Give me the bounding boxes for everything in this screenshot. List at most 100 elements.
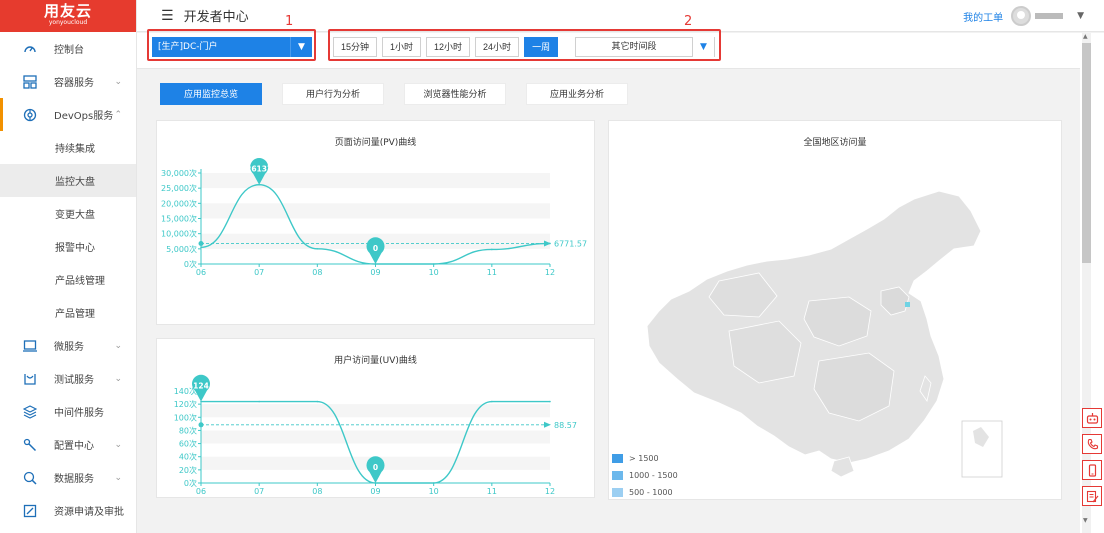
sidebar-item-microservice[interactable]: 微服务 ⌄ [0, 329, 136, 362]
legend-row[interactable]: > 1500 [612, 450, 678, 467]
sidebar-item-label: 产品线管理 [55, 276, 105, 287]
legend-swatch [612, 454, 623, 463]
sidebar-item-console[interactable]: 控制台 [0, 32, 136, 65]
data-point [432, 482, 435, 484]
phone-support-icon[interactable] [1082, 434, 1102, 454]
sidebar-item-label: 测试服务 [54, 375, 94, 386]
feedback-edit-icon[interactable] [1082, 486, 1102, 506]
y-tick-label: 25,000次 [161, 183, 197, 193]
annotation-number-2: 2 [684, 14, 693, 29]
annotation-number-1: 1 [285, 14, 294, 29]
avg-line-label: 88.57 [554, 421, 577, 430]
legend-row[interactable]: 500 - 1000 [612, 484, 678, 501]
sidebar-item-product-line[interactable]: 产品线管理 [0, 263, 136, 296]
sidebar-item-config[interactable]: 配置中心 ⌄ [0, 428, 136, 461]
legend-label: 500 - 1000 [629, 488, 673, 497]
china-map[interactable] [609, 121, 1063, 501]
sidebar-item-label: 控制台 [54, 45, 84, 56]
sidebar-item-monitor-dashboard[interactable]: 监控大盘 [0, 164, 136, 197]
scroll-up-arrow-icon[interactable]: ▲ [1083, 33, 1088, 40]
y-tick-label: 100次 [174, 412, 197, 422]
y-tick-label: 30,000次 [161, 168, 197, 178]
microservice-icon [22, 338, 38, 354]
data-point [316, 400, 319, 403]
uv-line-chart[interactable]: 0次20次40次60次80次100次120次140次06 07 08 09 10 11 12… [157, 339, 596, 499]
sidebar-item-test[interactable]: 测试服务 ⌄ [0, 362, 136, 395]
robot-assistant-icon[interactable] [1082, 408, 1102, 428]
test-icon [22, 371, 38, 387]
max-marker-pin-label: 124 [193, 382, 209, 391]
chevron-down-icon: ⌄ [114, 373, 122, 384]
min-marker-pin-label: 0 [373, 244, 378, 253]
beijing-region-highlight [905, 302, 910, 307]
sidebar-item-label: 微服务 [54, 342, 84, 353]
x-tick-label: 09 [370, 487, 380, 496]
grid-band [201, 203, 550, 219]
sidebar-item-label: 容器服务 [54, 78, 94, 89]
brand-subtitle: yonyoucloud [48, 19, 88, 26]
chevron-down-icon[interactable]: ▼ [1077, 11, 1084, 21]
sidebar-item-label: 监控大盘 [55, 177, 95, 188]
brand-logo[interactable]: 用友云 yonyoucloud [0, 0, 136, 32]
annotation-box-1 [147, 29, 316, 61]
min-marker-pin-label: 0 [373, 463, 378, 472]
scroll-down-arrow-icon[interactable]: ▼ [1083, 517, 1088, 524]
x-tick-label: 08 [312, 268, 322, 277]
sidebar-item-change-dashboard[interactable]: 变更大盘 [0, 197, 136, 230]
legend-row[interactable]: 1000 - 1500 [612, 467, 678, 484]
mobile-app-icon[interactable] [1082, 460, 1102, 480]
x-tick-label: 09 [370, 268, 380, 277]
chevron-down-icon: ⌄ [114, 76, 122, 87]
legend-label: 1000 - 1500 [629, 471, 678, 480]
x-tick-label: 11 [487, 268, 497, 277]
data-point [432, 263, 435, 265]
top-header: ☰ 开发者中心 我的工单 ▼ [137, 0, 1104, 32]
x-tick-label: 11 [487, 487, 497, 496]
y-tick-label: 5,000次 [166, 244, 197, 254]
max-marker-pin-label: 26137 [246, 165, 272, 174]
sidebar-item-middleware[interactable]: 中间件服务 [0, 395, 136, 428]
tab-app-monitor-overview[interactable]: 应用监控总览 [160, 83, 262, 105]
avatar[interactable] [1011, 6, 1032, 26]
sidebar-item-resource[interactable]: 资源申请及审批 [0, 494, 136, 527]
menu-toggle-icon[interactable]: ☰ [161, 8, 174, 24]
sidebar-item-ci[interactable]: 持续集成 [0, 131, 136, 164]
dashboard-icon [22, 41, 38, 57]
my-work-order-link[interactable]: 我的工单 [963, 9, 1003, 24]
nav-menu: 控制台 容器服务 ⌄ DevOps服务 ⌃ 持续集成 监控大盘 变更大盘 报警中… [0, 32, 136, 527]
sidebar-item-alarm-center[interactable]: 报警中心 [0, 230, 136, 263]
sidebar-item-label: 数据服务 [54, 474, 94, 485]
sidebar-item-label: 中间件服务 [54, 408, 104, 419]
sidebar-item-label: 报警中心 [55, 243, 95, 254]
vertical-scrollbar[interactable]: ▲ ▼ [1080, 33, 1104, 533]
sidebar-item-container[interactable]: 容器服务 ⌄ [0, 65, 136, 98]
legend-swatch [612, 471, 623, 480]
data-point [200, 246, 202, 249]
pv-line-chart[interactable]: 0次5,000次10,000次15,000次20,000次25,000次30,0… [157, 121, 596, 326]
sidebar-item-label: 变更大盘 [55, 210, 95, 221]
x-tick-label: 08 [312, 487, 322, 496]
x-tick-label: 10 [429, 487, 439, 496]
y-tick-label: 40次 [179, 452, 197, 462]
sidebar-item-product-mgmt[interactable]: 产品管理 [0, 296, 136, 329]
tab-app-business[interactable]: 应用业务分析 [526, 83, 628, 105]
analysis-tabs: 应用监控总览 用户行为分析 浏览器性能分析 应用业务分析 [160, 83, 648, 105]
user-area: 我的工单 ▼ [963, 6, 1084, 26]
x-tick-label: 06 [196, 268, 206, 277]
user-name-placeholder[interactable] [1035, 13, 1064, 19]
middleware-icon [22, 404, 38, 420]
chevron-up-icon: ⌃ [114, 109, 122, 120]
scroll-thumb[interactable] [1082, 43, 1091, 263]
sidebar-item-label: 资源申请及审批 [54, 507, 124, 518]
sidebar-item-devops[interactable]: DevOps服务 ⌃ [0, 98, 136, 131]
y-tick-label: 80次 [179, 425, 197, 435]
legend-swatch [612, 488, 623, 497]
page-title: 开发者中心 [183, 10, 249, 25]
y-tick-label: 60次 [179, 439, 197, 449]
x-tick-label: 12 [545, 268, 555, 277]
sidebar-item-data[interactable]: 数据服务 ⌄ [0, 461, 136, 494]
tab-browser-performance[interactable]: 浏览器性能分析 [404, 83, 506, 105]
tab-user-behavior[interactable]: 用户行为分析 [282, 83, 384, 105]
sidebar-item-label: 持续集成 [55, 144, 95, 155]
y-tick-label: 10,000次 [161, 229, 197, 239]
